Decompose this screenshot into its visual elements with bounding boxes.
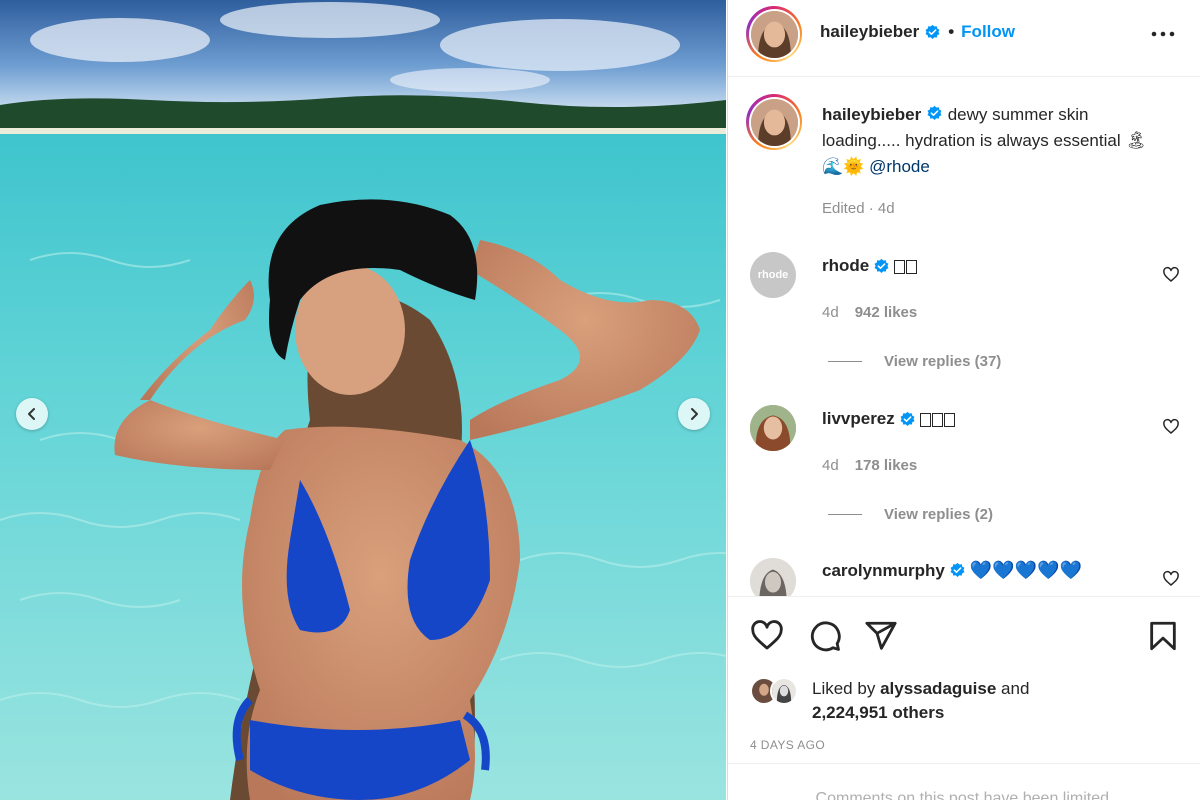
view-replies-label: View replies (2) (884, 506, 993, 523)
verified-badge-icon (927, 105, 942, 120)
comment-meta: 4d 178 likes (822, 457, 917, 474)
liked-by-and: and (1001, 679, 1030, 698)
comment-likes[interactable]: 942 likes (855, 304, 918, 321)
unrendered-emoji-glyphs (894, 256, 918, 276)
comment-age: 4d (822, 457, 839, 474)
post-side-panel: haileybieber • Follow haileybieber dewy … (727, 0, 1200, 800)
comment-avatar-image (750, 558, 796, 596)
carousel-previous-button[interactable] (16, 398, 48, 430)
liked-by-avatars[interactable] (750, 677, 798, 705)
replies-divider (828, 361, 862, 362)
author-avatar-image (750, 10, 798, 58)
likes-count-link[interactable]: 2,224,951 others (812, 703, 944, 722)
comment-like-icon[interactable] (1162, 266, 1180, 284)
post-actions: Liked by alyssadaguise and 2,224,951 oth… (728, 596, 1200, 800)
comment-row: livvperez (822, 409, 956, 429)
view-replies-button[interactable]: View replies (2) (828, 506, 993, 523)
save-bookmark-icon[interactable] (1146, 619, 1180, 653)
post-timestamp[interactable]: 4 DAYS AGO (750, 738, 825, 752)
liked-by-user-link[interactable]: alyssadaguise (880, 679, 996, 698)
liker-avatar (770, 677, 798, 705)
comments-limited-notice: Comments on this post have been limited. (728, 763, 1200, 800)
comment-avatar[interactable] (750, 405, 796, 451)
verified-badge-icon (950, 562, 965, 577)
caption-meta: Edited · 4d (822, 200, 895, 217)
liked-by-prefix: Liked by (812, 679, 876, 698)
verified-badge-icon (925, 24, 940, 39)
post-photo (0, 0, 726, 800)
comment-avatar[interactable] (750, 558, 796, 596)
comment-row: rhode (822, 256, 918, 276)
comment-likes[interactable]: 178 likes (855, 457, 918, 474)
verified-badge-icon (900, 411, 915, 426)
author-username[interactable]: haileybieber (820, 22, 919, 42)
comment-username[interactable]: livvperez (822, 409, 895, 429)
comments-list[interactable]: haileybieber dewy summer skin loading...… (728, 78, 1200, 596)
author-name-row: haileybieber • Follow (820, 22, 1015, 42)
liked-by-text: Liked by alyssadaguise and 2,224,951 oth… (812, 677, 1112, 725)
share-paper-plane-icon[interactable] (864, 619, 898, 653)
caption-author-avatar[interactable] (746, 94, 802, 150)
comment-avatar[interactable]: rhode (750, 252, 796, 298)
chevron-right-icon (691, 408, 698, 420)
caption-avatar-image (750, 98, 798, 146)
rhode-logo: rhode (757, 269, 789, 281)
unrendered-emoji-glyphs (919, 409, 956, 429)
view-replies-label: View replies (37) (884, 353, 1002, 370)
comment-like-icon[interactable] (1162, 418, 1180, 436)
author-avatar[interactable] (746, 6, 802, 62)
post-media[interactable] (0, 0, 726, 800)
comment-avatar-image (750, 405, 796, 451)
comment-username[interactable]: carolynmurphy (822, 561, 945, 581)
post-caption: haileybieber dewy summer skin loading...… (822, 102, 1152, 180)
comment-text: 💙💙💙💙💙 (969, 560, 1082, 580)
verified-badge-icon (874, 258, 889, 273)
post-header: haileybieber • Follow (728, 0, 1200, 77)
comment-meta: 4d 942 likes (822, 304, 917, 321)
caption-username[interactable]: haileybieber (822, 105, 921, 124)
comment-username[interactable]: rhode (822, 256, 869, 276)
chevron-left-icon (28, 408, 35, 420)
caption-mention-link[interactable]: @rhode (869, 157, 930, 176)
comment-age: 4d (822, 304, 839, 321)
comment-like-icon[interactable] (1162, 570, 1180, 588)
carousel-next-button[interactable] (678, 398, 710, 430)
separator-dot: • (948, 22, 955, 41)
replies-divider (828, 514, 862, 515)
comment-row: carolynmurphy 💙💙💙💙💙 (822, 560, 1082, 581)
comment-bubble-icon[interactable] (808, 619, 842, 653)
more-options-icon[interactable] (1148, 24, 1178, 44)
like-heart-icon[interactable] (750, 619, 784, 653)
follow-button[interactable]: Follow (961, 22, 1015, 42)
view-replies-button[interactable]: View replies (37) (828, 353, 1001, 370)
